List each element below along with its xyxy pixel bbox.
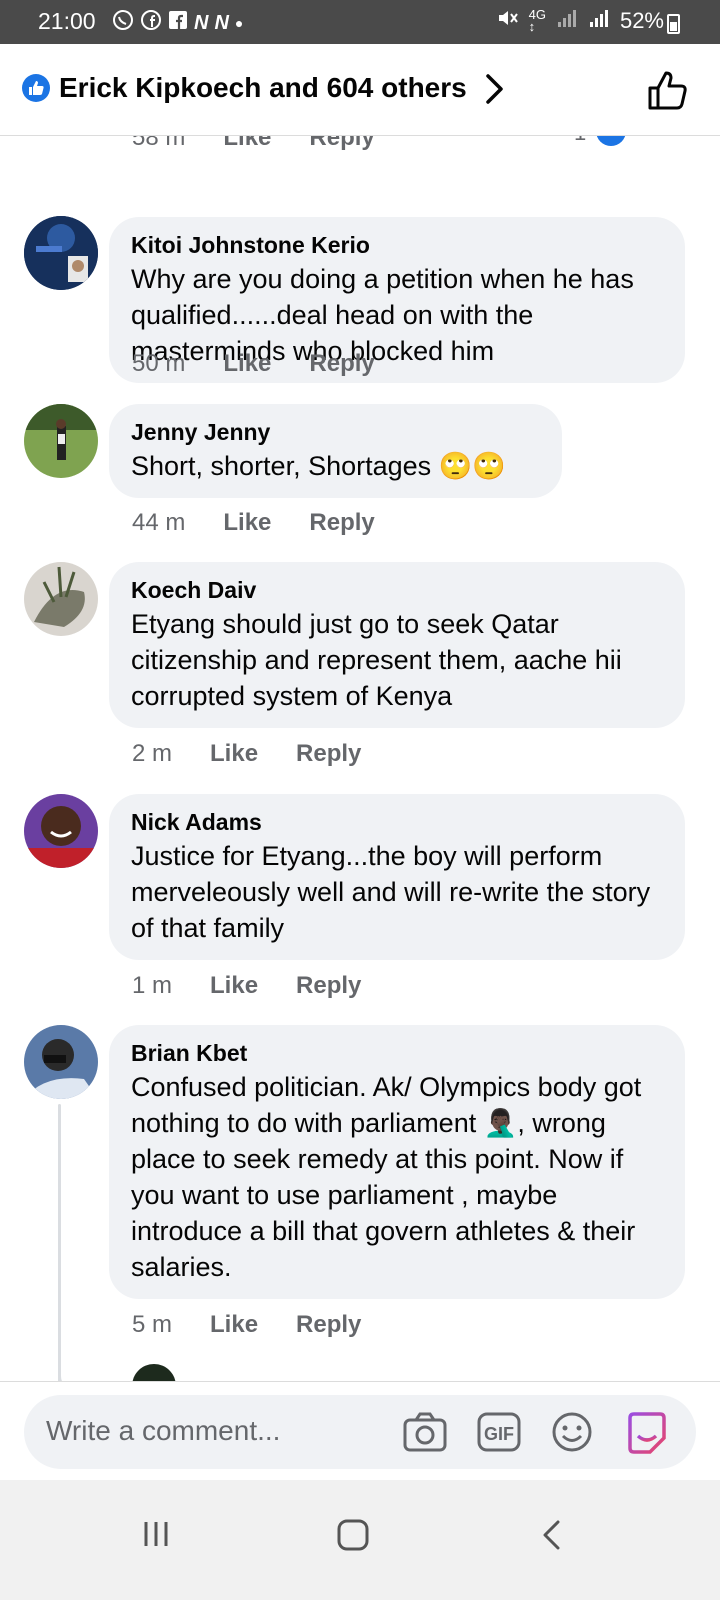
like-button[interactable]: Like [210, 1311, 258, 1339]
comment-time: 5 m [132, 1311, 173, 1338]
comment-bubble[interactable]: Brian Kbet Confused politician. Ak/ Olym… [109, 1025, 685, 1299]
signal-icon [588, 8, 610, 34]
reply-button[interactable]: Reply [309, 350, 374, 378]
emoji-icon[interactable] [550, 1410, 594, 1459]
recent-apps-button[interactable] [140, 1518, 172, 1555]
comment-author[interactable]: Koech Daiv [131, 574, 663, 606]
gif-icon[interactable]: GIF [476, 1410, 522, 1459]
home-button[interactable] [336, 1518, 370, 1557]
comment-placeholder: Write a comment... [46, 1415, 281, 1446]
reply-button[interactable]: Reply [296, 1311, 361, 1339]
comment-meta: 5 m Like Reply [132, 1311, 399, 1339]
avatar[interactable] [24, 794, 98, 868]
like-button[interactable]: Like [223, 509, 271, 537]
network-4g-icon: 4G ↕ [528, 7, 546, 34]
svg-text:GIF: GIF [484, 1424, 514, 1444]
like-button[interactable]: Like [210, 972, 258, 1000]
comment-time: 44 m [132, 509, 186, 536]
like-button[interactable]: Like [223, 350, 271, 378]
chevron-right-icon[interactable] [484, 72, 506, 111]
sticker-icon[interactable] [624, 1410, 670, 1461]
comment-meta: 44 m Like Reply [132, 509, 413, 537]
facebook-square-icon [168, 10, 188, 36]
avatar[interactable] [24, 562, 98, 636]
comment-text: Etyang should just go to seek Qatar citi… [131, 609, 622, 711]
comment-bubble[interactable]: Nick Adams Justice for Etyang...the boy … [109, 794, 685, 960]
signal-icon [556, 8, 578, 34]
avatar[interactable] [24, 404, 98, 478]
like-badge-icon [22, 74, 50, 102]
whatsapp-icon [112, 9, 134, 37]
dot-icon: ● [234, 15, 244, 31]
comment-input[interactable]: Write a comment... GIF [24, 1395, 696, 1469]
reply-button[interactable]: Reply [296, 972, 361, 1000]
status-bar: 21:00 N N ● 4G ↕ 52% [0, 0, 720, 44]
comment-time: 50 m [132, 350, 186, 377]
battery-level: 52% [619, 8, 664, 33]
avatar[interactable] [24, 216, 98, 290]
comment-text: Short, shorter, Shortages 🙄🙄 [131, 451, 506, 481]
comment-author[interactable]: Kitoi Johnstone Kerio [131, 229, 663, 261]
news-icon: N [194, 11, 209, 34]
battery-icon [667, 14, 680, 34]
avatar[interactable] [24, 1025, 98, 1099]
reactions-title: Erick Kipkoech and 604 others [59, 72, 467, 103]
comment-bubble[interactable]: Jenny Jenny Short, shorter, Shortages 🙄🙄 [109, 404, 562, 498]
reply-thread-line [58, 1104, 61, 1389]
notification-icons: N N ● [112, 9, 243, 37]
comment-bubble[interactable]: Koech Daiv Etyang should just go to seek… [109, 562, 685, 728]
thumbs-up-icon[interactable] [646, 68, 690, 117]
comment-author[interactable]: Nick Adams [131, 806, 663, 838]
back-button[interactable] [540, 1518, 564, 1557]
facebook-icon [140, 9, 162, 37]
comment-time: 1 m [132, 972, 173, 999]
comment-time: 2 m [132, 740, 173, 767]
comment-composer: Write a comment... GIF [0, 1381, 720, 1480]
system-nav-bar [0, 1480, 720, 1600]
comment-text: Confused politician. Ak/ Olympics body g… [131, 1072, 642, 1282]
news-icon: N [214, 11, 229, 34]
comment-meta: 2 m Like Reply [132, 740, 399, 768]
comment-meta: 1 m Like Reply [132, 972, 399, 1000]
comment-text: Justice for Etyang...the boy will perfor… [131, 841, 651, 943]
camera-icon[interactable] [402, 1410, 448, 1459]
system-icons: 4G ↕ 52% [497, 8, 664, 34]
comment-author[interactable]: Jenny Jenny [131, 416, 540, 448]
like-button[interactable]: Like [210, 740, 258, 768]
comment-meta: 50 m Like Reply [132, 350, 413, 378]
reply-button[interactable]: Reply [296, 740, 361, 768]
mute-icon [497, 8, 519, 34]
reactions-header[interactable]: Erick Kipkoech and 604 others [0, 44, 720, 136]
comment-author[interactable]: Brian Kbet [131, 1037, 663, 1069]
reactions-sheet: 58 m Like Reply 1 Kitoi Johnstone Kerio … [0, 44, 720, 1480]
reply-button[interactable]: Reply [309, 509, 374, 537]
status-time: 21:00 [38, 8, 96, 34]
